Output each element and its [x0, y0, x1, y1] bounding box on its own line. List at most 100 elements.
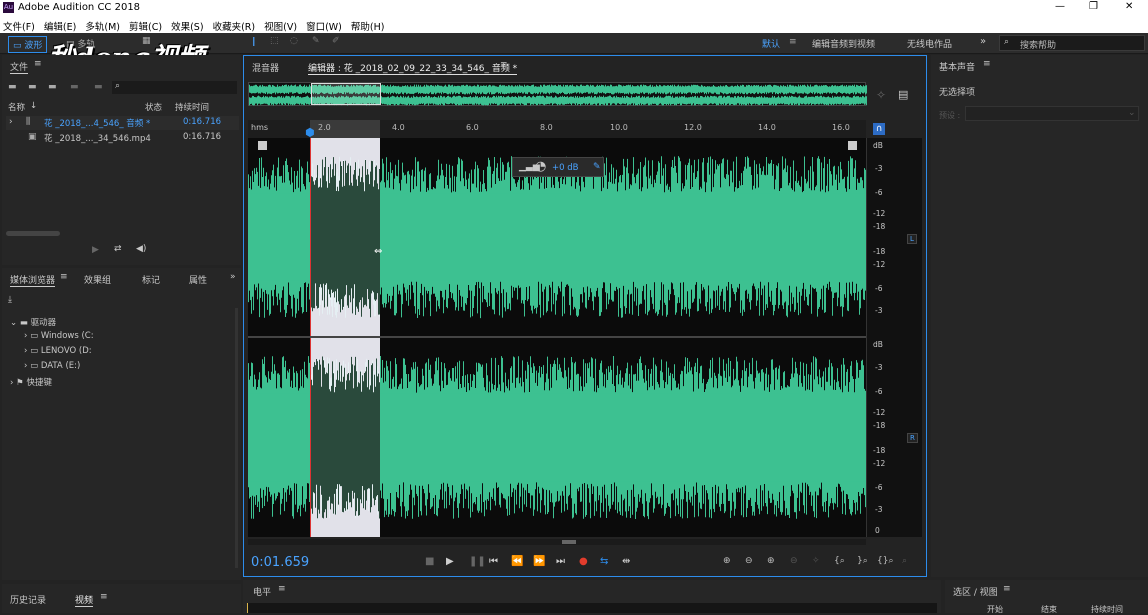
- brush-tool-icon[interactable]: ✎: [312, 36, 320, 46]
- db-scale[interactable]: dB -3 -6 -12 -18 -18 -12 -6 -3 L dB -3 -…: [866, 138, 922, 537]
- menu-multitrack[interactable]: 多轨(M): [85, 22, 120, 33]
- stop-button[interactable]: ■: [425, 556, 434, 567]
- more-workspaces-icon[interactable]: »: [980, 36, 986, 47]
- record-button[interactable]: ●: [579, 556, 588, 567]
- zoom-out-time-icon[interactable]: ⊖: [790, 556, 798, 566]
- tab-editor[interactable]: 编辑器 : 花 _2018_02_09_22_33_34_546_ 音频 *: [308, 61, 518, 75]
- menu-favorites[interactable]: 收藏夹(R): [213, 22, 256, 33]
- tab-mixer[interactable]: 混音器: [252, 61, 279, 74]
- menu-clip[interactable]: 剪辑(C): [129, 22, 162, 33]
- menu-view[interactable]: 视图(V): [264, 22, 297, 33]
- file-row-audio[interactable]: › ⫼ 花 _2018_...4_546_ 音频 * 0:16.716: [6, 116, 239, 130]
- delete-icon[interactable]: ▬: [94, 82, 103, 92]
- maximize-button[interactable]: ❐: [1089, 1, 1098, 12]
- panel-menu-icon[interactable]: ≡: [278, 584, 286, 594]
- rewind-button[interactable]: ⏪: [511, 556, 523, 567]
- zoom-star-icon[interactable]: ✧: [876, 88, 886, 102]
- import-file-icon[interactable]: ▬: [28, 82, 37, 92]
- marquee-tool-icon[interactable]: ⬚: [270, 36, 279, 46]
- zoom-in-time-icon[interactable]: ⊕: [767, 556, 775, 566]
- tree-drive-e[interactable]: › ▭ DATA (E:): [24, 361, 80, 371]
- tree-shortcuts[interactable]: › ⚑ 快捷键: [10, 376, 52, 388]
- panel-menu-icon[interactable]: ≡: [1003, 584, 1011, 594]
- time-ruler[interactable]: hms 2.0 4.0 6.0 8.0 10.0 12.0 14.0 16.0 …: [248, 120, 866, 139]
- tab-effects-rack[interactable]: 效果组: [84, 273, 111, 286]
- panel-menu-icon[interactable]: ≡: [500, 60, 508, 70]
- zoom-in-right-icon[interactable]: }⌕: [857, 556, 868, 566]
- expand-arrow-icon[interactable]: ›: [10, 378, 13, 388]
- pause-button[interactable]: ❚❚: [469, 556, 486, 567]
- panel-menu-icon[interactable]: ≡: [100, 592, 108, 602]
- timecode-display[interactable]: 0:01.659: [251, 555, 309, 570]
- preset-dropdown[interactable]: ⌄: [965, 106, 1139, 121]
- col-status[interactable]: 状态: [145, 101, 162, 113]
- panel-menu-icon[interactable]: ≡: [34, 59, 42, 69]
- zoom-reset-icon[interactable]: ⌕: [902, 556, 907, 566]
- tab-history[interactable]: 历史记录: [10, 593, 46, 606]
- panel-splitter[interactable]: [235, 308, 238, 568]
- tree-drive-c[interactable]: › ▭ Windows (C:: [24, 331, 94, 341]
- col-duration[interactable]: 持续时间: [175, 101, 209, 113]
- tab-video[interactable]: 视频: [75, 593, 94, 607]
- tree-drive-d[interactable]: › ▭ LENOVO (D:: [24, 346, 92, 356]
- horizontal-scrollbar[interactable]: [248, 539, 866, 545]
- play-button[interactable]: ▶: [446, 556, 454, 567]
- snap-icon[interactable]: ∩: [873, 123, 885, 135]
- overview-waveform[interactable]: [248, 82, 867, 106]
- loop-playback-button[interactable]: ⇆: [600, 556, 608, 567]
- tree-drives[interactable]: ⌄ ▬ 驱动器: [10, 316, 56, 328]
- workspace-menu-icon[interactable]: ≡: [789, 37, 797, 47]
- collapse-arrow-icon[interactable]: ⌄: [10, 318, 17, 328]
- waveform-view-button[interactable]: ▭ 波形: [8, 36, 48, 53]
- levels-title[interactable]: 电平: [253, 585, 271, 598]
- close-button[interactable]: ✕: [1125, 1, 1133, 12]
- files-search-input[interactable]: ⌕: [112, 81, 237, 94]
- essential-sound-title[interactable]: 基本声音: [939, 60, 975, 73]
- workspace-edit-video[interactable]: 编辑音频到视频: [812, 37, 875, 50]
- files-tab[interactable]: 文件: [10, 60, 29, 74]
- selection-view-title[interactable]: 选区 / 视图: [953, 585, 998, 598]
- expand-arrow-icon[interactable]: ›: [24, 361, 27, 371]
- fast-forward-button[interactable]: ⏩: [533, 556, 545, 567]
- download-icon[interactable]: ⤓: [8, 295, 12, 305]
- overview-viewport[interactable]: [311, 83, 381, 105]
- menu-effects[interactable]: 效果(S): [171, 22, 203, 33]
- display-options-icon[interactable]: ▤: [898, 88, 908, 101]
- expand-arrow-icon[interactable]: ›: [24, 331, 27, 341]
- help-search-box[interactable]: ⌕ 搜索帮助: [999, 35, 1145, 51]
- col-name[interactable]: 名称: [8, 101, 25, 113]
- menu-edit[interactable]: 编辑(E): [44, 22, 76, 33]
- menu-window[interactable]: 窗口(W): [306, 22, 342, 33]
- play-icon[interactable]: ▶: [92, 245, 99, 255]
- expand-arrow-icon[interactable]: ›: [9, 117, 13, 127]
- panel-menu-icon[interactable]: ≡: [983, 59, 991, 69]
- zoom-full-icon[interactable]: {}⌕: [877, 556, 894, 566]
- fade-in-handle-icon[interactable]: [258, 141, 267, 150]
- open-file-icon[interactable]: ▬: [8, 82, 17, 92]
- tab-properties[interactable]: 属性: [189, 273, 207, 286]
- files-scrollbar[interactable]: [6, 231, 60, 236]
- insert-icon[interactable]: ▬: [70, 82, 79, 92]
- menu-help[interactable]: 帮助(H): [351, 22, 385, 33]
- expand-arrow-icon[interactable]: ›: [24, 346, 27, 356]
- gain-knob-icon[interactable]: ◔: [535, 159, 546, 174]
- channel-left-badge[interactable]: L: [907, 234, 917, 244]
- waveform-display[interactable]: ▁▃▅ ◔ +0 dB ✎ ⇔: [248, 138, 866, 537]
- menu-file[interactable]: 文件(F): [3, 22, 35, 33]
- zoom-selection-icon[interactable]: ✧: [812, 556, 820, 566]
- minimize-button[interactable]: —: [1055, 1, 1065, 12]
- scroll-thumb[interactable]: [562, 540, 576, 544]
- panel-menu-icon[interactable]: ≡: [60, 272, 68, 282]
- file-row-video[interactable]: ▣ 花 _2018_..._34_546.mp4 0:16.716: [6, 131, 239, 145]
- go-to-start-button[interactable]: ⏮: [489, 556, 498, 567]
- lasso-tool-icon[interactable]: ◌: [290, 36, 298, 46]
- workspace-radio[interactable]: 无线电作品: [907, 37, 952, 50]
- zoom-in-left-icon[interactable]: {⌕: [834, 556, 845, 566]
- more-tabs-icon[interactable]: »: [230, 272, 236, 282]
- loop-icon[interactable]: ⇄: [114, 244, 122, 254]
- pin-icon[interactable]: ✎: [593, 162, 601, 172]
- tab-markers[interactable]: 标记: [142, 273, 160, 286]
- zoom-in-amplitude-icon[interactable]: ⊕: [723, 556, 731, 566]
- zoom-out-amplitude-icon[interactable]: ⊖: [745, 556, 753, 566]
- channel-right-badge[interactable]: R: [907, 433, 918, 443]
